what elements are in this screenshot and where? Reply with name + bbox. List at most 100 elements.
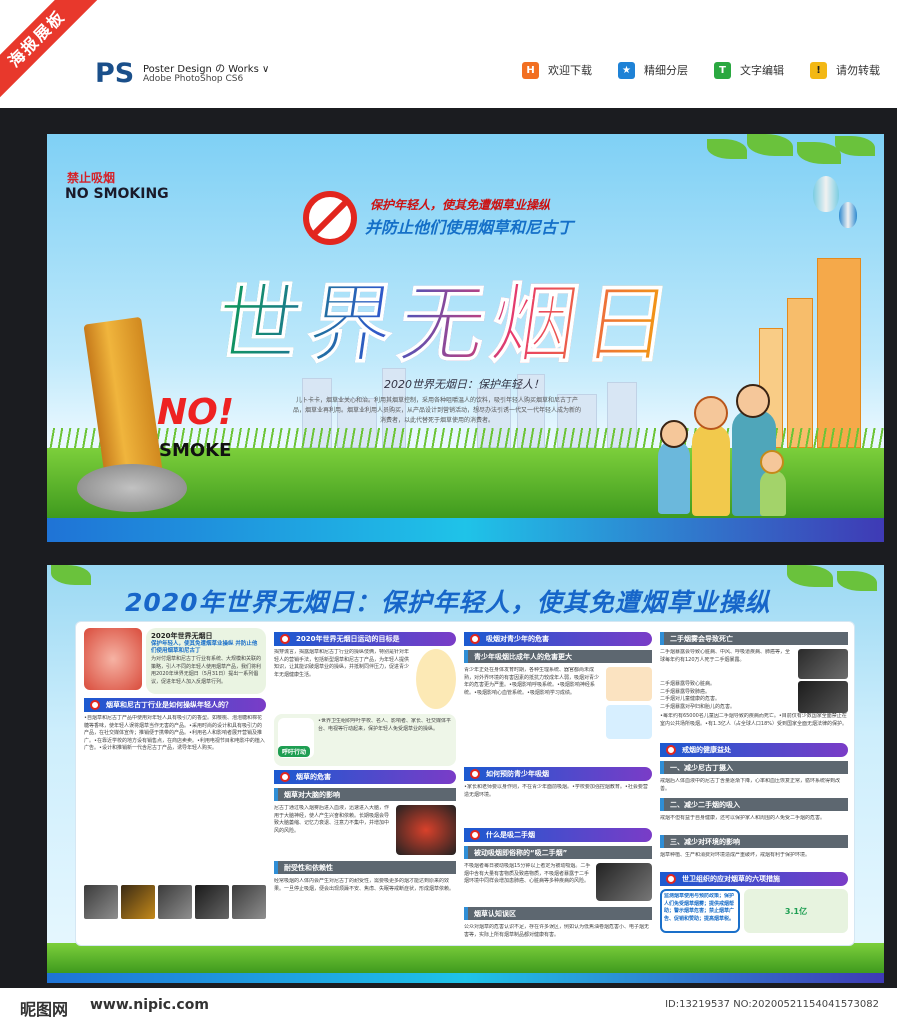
photo [232,885,266,919]
no-smoking-icon [280,634,290,644]
box-title: 2020年世界无烟日 [151,632,213,640]
leaf [787,565,833,587]
section-header: 如何预防青少年吸烟 [464,767,652,781]
blue-base-strip [47,973,884,983]
section-text: 青少年正处在身体发育时期，各种生理系统、器官都尚未成熟，对外界环境的有害因素的抵… [464,667,600,696]
section-title: 如何预防青少年吸烟 [486,770,549,778]
ash-pile [77,464,187,512]
feature-download: H 欢迎下载 [522,60,592,80]
box-subtitle: 保护年轻人，使其免遭烟草业操纵 并防止他们使用烟草和尼古丁 [151,641,258,654]
action-box: 呼吁行动 •世界卫生组织呼吁学校、名人、影响者、家长、社交媒体平台、电视等行动起… [274,714,456,766]
ps-subtitle: Adobe PhotoShop CS6 [143,74,244,84]
no-smoking-badge-cn: 禁止吸烟 [67,171,116,185]
child-figure [760,470,786,516]
family-illustration [652,380,792,520]
section-header: 烟草的危害 [274,770,456,784]
section-title: 烟草的危害 [296,773,331,781]
section-header: 什么是吸二手烟 [464,828,652,842]
subsection-header: 被动吸烟即俗称的“吸二手烟” [464,846,652,859]
no-smoking-icon [280,772,290,782]
poster-bottom-board: 2020年世界无烟日：保护年轻人，使其免遭烟草业操纵 2020年世界无烟日 保护… [47,565,884,983]
section-text: 二手烟暴露会导致心脏病、中风、呼吸道疾病、肺癌等，全球每年约有120万人死于二手… [660,649,791,663]
no-smoking-icon [90,700,100,710]
cartoon-image [606,667,652,701]
photo [798,681,848,713]
section-title: 什么是吸二手烟 [486,831,535,839]
feature-label: 文字编辑 [740,64,784,77]
subsection-header: 烟草对大脑的影响 [274,788,456,801]
poster-top-board: 禁止吸烟 NO SMOKING 保护年轻人，使其免遭烟草业操纵 并防止他们使用烟… [47,134,884,542]
no-smoking-icon [666,874,676,884]
plant-icon: 呼吁行动 [278,718,314,758]
warning-icon: ! [810,61,827,79]
section-text: •每年约有65000名儿童因二手烟导致的疾病而死亡。•目前仅有少数国家全面禁止在… [660,713,848,727]
no-text: NO! [157,392,235,433]
father-head [736,384,770,418]
column-1: 2020年世界无烟日 保护年轻人，使其免遭烟草业操纵 并防止他们使用烟草和尼古丁… [84,628,266,940]
list-item: 二手烟对儿童健康的危害。 [660,696,721,703]
photo [121,885,155,919]
section-text: •家长和老师要以身作则，不在青少年面前吸烟。•学校要加强控烟教育。•社会要营造无… [464,784,648,798]
intro-paragraph: 儿卜卡卡，烟草业关心和治。利用其烟草控制，采用各种咀嚼温人的饮料，吸引年轻人购买… [292,397,581,424]
leaf [51,565,91,585]
leaf [835,136,875,156]
section-text: 揭穿谎言，揭露烟草和尼古丁行业的操纵伎俩，特别是针对年轻人的营销手法，包括新型烟… [274,649,410,678]
no-smoking-icon [470,634,480,644]
youth-row: 青少年正处在身体发育时期，各种生理系统、器官都尚未成熟，对外界环境的有害因素的抵… [464,667,652,763]
action-text: •世界卫生组织呼吁学校、名人、影响者、家长、社交媒体平台、电视等行动起来，保护年… [318,718,451,732]
section-title: 世卫组织的应对烟草的六项措施 [682,875,780,883]
nipic-logo: 昵图网 [20,1000,69,1019]
section-text: 经常吸烟的人体内会产生对尼古丁的耐受性，需要吸更多的烟才能达到原来的效果。一旦停… [274,878,455,892]
feature-layers: ★ 精细分层 [618,60,688,80]
smoke-photo [596,863,652,901]
no-smoking-icon [666,745,676,755]
orange-tower [817,258,861,448]
photo [798,649,848,679]
section-header: 2020年世界无烟日运动的目标是 [274,632,456,646]
death-row: 二手烟暴露会导致心脏病、中风、呼吸道疾病、肺癌等，全球每年约有120万人死于二手… [660,649,848,679]
mother-head [694,396,728,430]
photo [84,885,118,919]
subsection-header: 烟草认知误区 [464,907,652,920]
slogan-line-2: 并防止他们使用烟草和尼古丁 [365,218,574,237]
who-box: 监测烟草使用与预防政策；保护人们免受烟草烟雾；提供戒烟帮助；警示烟草危害；禁止烟… [660,889,740,933]
section-header: 世卫组织的应对烟草的六项措施 [660,872,848,886]
preview-header: 海报展板 PS Poster Design の Works ∨ Adobe Ph… [0,0,897,108]
harm-list: 二手烟暴露导致心脏病。 二手烟暴露导致肺癌。 二手烟对儿童健康的危害。 二手烟暴… [660,681,794,713]
grass [47,943,884,973]
child-head [760,450,784,474]
section-text: 戒烟不但有益于自身健康，还可以保护家人和周围的人免受二手烟的危害。 [660,815,826,821]
cartoon-icon [416,649,456,709]
ps-title: Poster Design の Works ∨ [143,64,270,75]
section-text: 不吸烟者每日被动吸烟15分钟以上者定为被动吸烟。二手烟中含有大量有害物质及致癌物… [464,863,591,885]
subsection-header: 耐受性和依赖性 [274,861,456,874]
harm-list-row: 二手烟暴露导致心脏病。 二手烟暴露导致肺癌。 二手烟对儿童健康的危害。 二手烟暴… [660,681,848,713]
feature-label: 欢迎下载 [548,64,592,77]
section-text: •自烟草和尼古丁产品中使用对年轻人具有吸引力的香型。如樱桃、泡泡糖和棉花糖等香味… [84,715,265,752]
lungs-icon [84,628,142,690]
watermark-footer: 昵图网 www.nipic.com ID:13219537 NO:2020052… [0,988,897,1024]
feature-no-repost: ! 请勿转载 [810,60,880,80]
leaf [747,134,793,156]
boy-figure [658,440,690,514]
box-text: 为对付烟草和尼古丁行业有系统、大规模和关联的策略，引人不同的年轻人使用烟草产品，… [151,656,262,685]
section-text: 烟草种植、生产和消费对环境造成严重破坏，戒烟有利于保护环境。 [660,852,811,858]
leaf [707,139,747,159]
list-item: 二手烟暴露对孕妇和胎儿的危害。 [660,703,736,710]
poster-bottom-title: 2020年世界无烟日：保护年轻人，使其免遭烟草业操纵 [125,588,771,617]
list-item: 二手烟暴露导致心脏病。 [660,681,716,687]
boy-head [660,420,688,448]
date-subtitle: 2020世界无烟日：保护年轻人！ [384,378,544,391]
section-header: 戒烟的健康益处 [660,743,848,757]
subsection-header: 二、减少二手烟的吸入 [660,798,848,811]
feature-text-edit: T 文字编辑 [714,60,784,80]
goal-row: 揭穿谎言，揭露烟草和尼古丁行业的操纵伎俩，特别是针对年轻人的营销手法，包括新型烟… [274,649,456,711]
no-smoking-icon [470,769,480,779]
section-title: 戒烟的健康益处 [682,746,731,754]
column-2: 2020年世界无烟日运动的目标是 揭穿谎言，揭露烟草和尼古丁行业的操纵伎俩，特别… [274,628,456,940]
text-icon: T [714,61,731,79]
section-text: 公众对烟草的危害认识不足，存在许多误区，例如认为低焦油卷烟危害小、电子烟无害等，… [464,924,650,938]
feature-label: 请勿转载 [836,64,880,77]
secondhand-row: 不吸烟者每日被动吸烟15分钟以上者定为被动吸烟。二手烟中含有大量有害物质及致癌物… [464,863,652,903]
hot-air-balloon [839,202,857,228]
